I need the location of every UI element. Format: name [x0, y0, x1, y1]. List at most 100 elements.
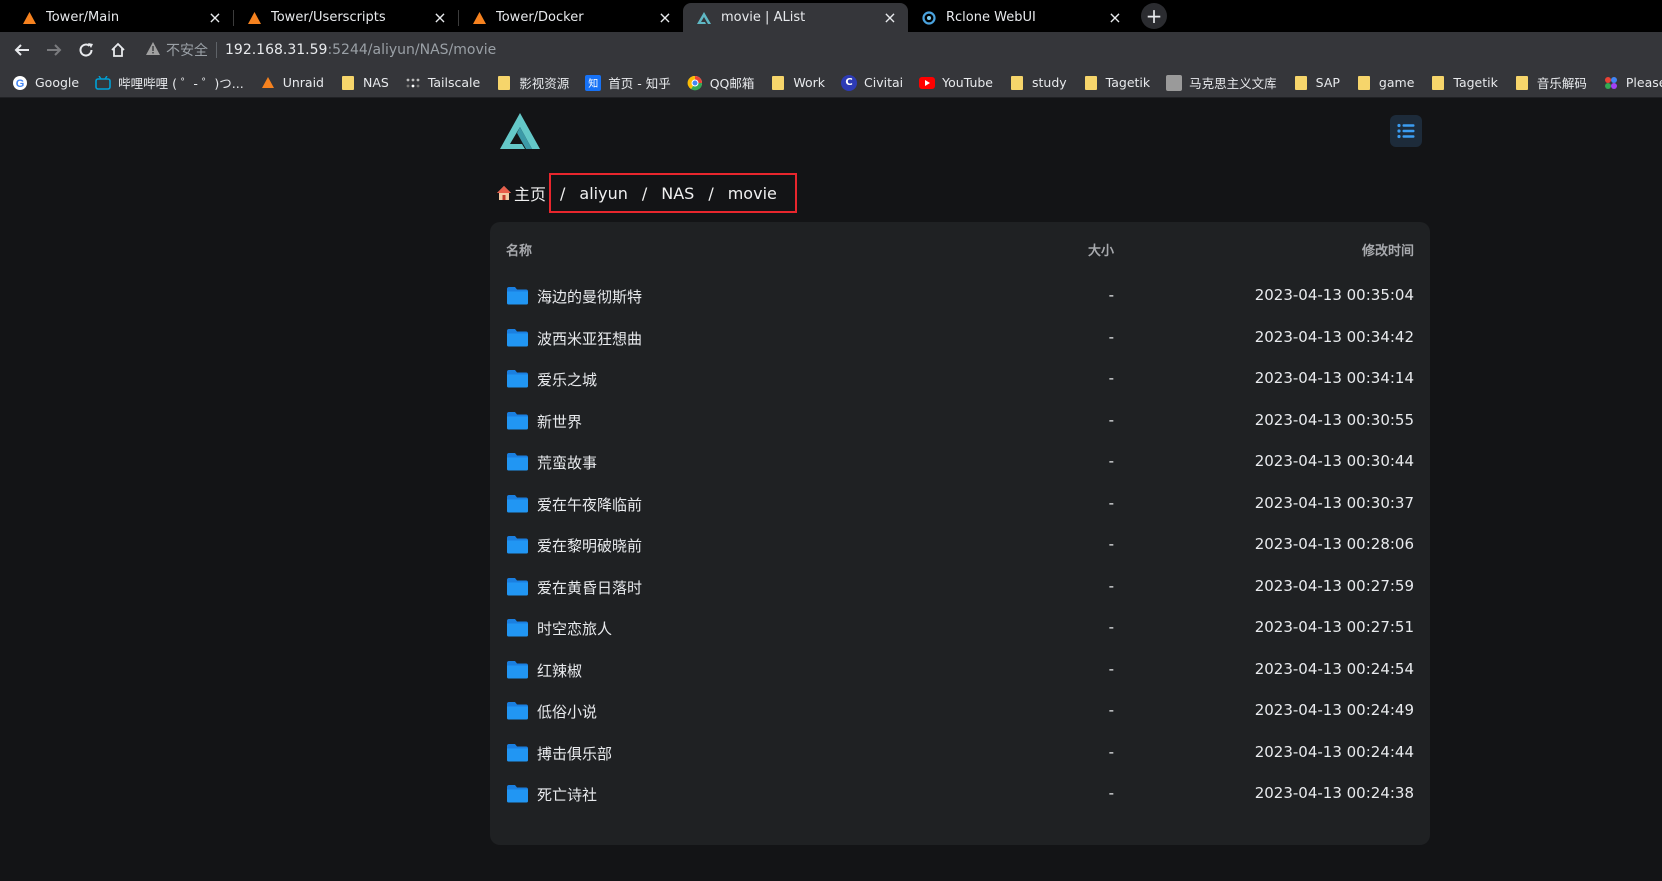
folder-icon: [1356, 75, 1372, 91]
bookmark-youtube[interactable]: YouTube: [919, 75, 993, 91]
bookmark-video-resources[interactable]: 影视资源: [496, 73, 569, 92]
table-row[interactable]: 荒蛮故事 - 2023-04-13 00:30:44: [490, 440, 1430, 484]
file-size: -: [1108, 659, 1114, 678]
file-modified: 2023-04-13 00:30:55: [1254, 410, 1414, 429]
home-button[interactable]: [104, 36, 132, 64]
table-row[interactable]: 爱在黄昏日落时 - 2023-04-13 00:27:59: [490, 565, 1430, 609]
column-header-name[interactable]: 名称: [506, 240, 532, 259]
warning-icon[interactable]: [146, 41, 160, 59]
tab-tower-main[interactable]: Tower/Main ×: [8, 3, 233, 32]
bookmark-label: Civitai: [864, 75, 904, 90]
table-row[interactable]: 爱在午夜降临前 - 2023-04-13 00:30:37: [490, 482, 1430, 526]
table-row[interactable]: 死亡诗社 - 2023-04-13 00:24:38: [490, 772, 1430, 816]
file-modified: 2023-04-13 00:30:44: [1254, 452, 1414, 470]
new-tab-button[interactable]: +: [1141, 3, 1167, 29]
close-icon[interactable]: ×: [1107, 8, 1123, 27]
file-name[interactable]: 搏击俱乐部: [537, 743, 612, 764]
folder-icon: [506, 743, 529, 762]
google-icon: G: [12, 75, 28, 91]
bookmark-bilibili[interactable]: 哔哩哔哩 ( ゜- ゜)つ...: [95, 73, 244, 92]
table-row[interactable]: 低俗小说 - 2023-04-13 00:24:49: [490, 689, 1430, 733]
alist-logo[interactable]: [498, 111, 542, 151]
reload-button[interactable]: [72, 36, 100, 64]
plus-icon: +: [1145, 4, 1163, 28]
tab-strip: Tower/Main × Tower/Userscripts × Tower/D…: [0, 0, 1662, 32]
tab-title: Tower/Userscripts: [271, 10, 386, 25]
url-path[interactable]: :5244/aliyun/NAS/movie: [327, 42, 496, 58]
bookmark-unraid[interactable]: Unraid: [260, 75, 324, 91]
file-name[interactable]: 海边的曼彻斯特: [537, 286, 642, 307]
folder-icon: [1009, 75, 1025, 91]
file-name[interactable]: 新世界: [537, 411, 582, 432]
file-name[interactable]: 爱乐之城: [537, 369, 597, 390]
bookmark-music-decode[interactable]: 音乐解码: [1514, 73, 1587, 92]
table-row[interactable]: 新世界 - 2023-04-13 00:30:55: [490, 399, 1430, 443]
table-row[interactable]: 时空恋旅人 - 2023-04-13 00:27:51: [490, 606, 1430, 650]
file-name[interactable]: 爱在午夜降临前: [537, 494, 642, 515]
file-list: 名称 大小 修改时间 海边的曼彻斯特 - 2023-04-13 00:35:04 波西…: [490, 222, 1430, 845]
close-icon[interactable]: ×: [207, 8, 223, 27]
table-row[interactable]: 海边的曼彻斯特 - 2023-04-13 00:35:04: [490, 274, 1430, 318]
tab-tower-docker[interactable]: Tower/Docker ×: [458, 3, 683, 32]
file-name[interactable]: 爱在黎明破晓前: [537, 535, 642, 556]
url-host[interactable]: 192.168.31.59: [225, 42, 327, 58]
file-name[interactable]: 爱在黄昏日落时: [537, 577, 642, 598]
tab-title: Tower/Docker: [496, 10, 584, 25]
table-row[interactable]: 爱在黎明破晓前 - 2023-04-13 00:28:06: [490, 523, 1430, 567]
table-row[interactable]: 爱乐之城 - 2023-04-13 00:34:14: [490, 357, 1430, 401]
folder-icon: [506, 328, 529, 347]
file-name[interactable]: 时空恋旅人: [537, 618, 612, 639]
bookmark-marxists[interactable]: 马克思主义文库: [1166, 73, 1277, 92]
tab-rclone-webui[interactable]: Rclone WebUI ×: [908, 3, 1133, 32]
bookmark-google[interactable]: G Google: [12, 75, 79, 91]
file-size: -: [1108, 286, 1114, 304]
file-modified: 2023-04-13 00:24:38: [1254, 784, 1414, 802]
folder-icon: [1083, 75, 1099, 91]
file-name[interactable]: 低俗小说: [537, 701, 597, 722]
file-modified: 2023-04-13 00:30:37: [1254, 493, 1414, 512]
alist-icon: [697, 11, 711, 25]
bookmark-qqmail[interactable]: QQ邮箱: [687, 73, 754, 92]
bookmark-nas[interactable]: NAS: [340, 75, 389, 91]
forward-button[interactable]: [40, 36, 68, 64]
tab-tower-userscripts[interactable]: Tower/Userscripts ×: [233, 3, 458, 32]
bookmark-label: Tailscale: [427, 75, 481, 90]
file-name[interactable]: 红辣椒: [537, 660, 582, 681]
column-header-size[interactable]: 大小: [1088, 240, 1114, 259]
toc-menu-button[interactable]: [1390, 115, 1422, 147]
file-name[interactable]: 波西米亚狂想曲: [537, 328, 642, 349]
table-row[interactable]: 红辣椒 - 2023-04-13 00:24:54: [490, 648, 1430, 692]
bookmark-work[interactable]: Work: [770, 75, 825, 91]
folder-icon: [506, 286, 529, 305]
file-size: -: [1108, 493, 1114, 512]
close-icon[interactable]: ×: [432, 8, 448, 27]
list-icon: [1397, 123, 1415, 139]
bookmark-civitai[interactable]: C Civitai: [841, 74, 904, 91]
bookmark-zhihu[interactable]: 知 首页 - 知乎: [585, 73, 671, 92]
tab-movie-alist[interactable]: movie | AList ×: [683, 3, 908, 32]
address-bar[interactable]: 不安全 192.168.31.59:5244/aliyun/NAS/movie: [140, 36, 1662, 64]
bookmark-tagetik[interactable]: Tagetik: [1083, 75, 1150, 91]
bookmark-label: NAS: [362, 75, 389, 90]
folder-icon: [506, 784, 529, 803]
file-size: -: [1108, 618, 1114, 636]
bookmark-tagetik-2[interactable]: Tagetik: [1430, 75, 1498, 91]
please-wait-icon: [1603, 75, 1619, 91]
table-row[interactable]: 波西米亚狂想曲 - 2023-04-13 00:34:42: [490, 316, 1430, 360]
column-header-modified[interactable]: 修改时间: [1362, 240, 1414, 259]
bookmark-sap[interactable]: SAP: [1293, 75, 1340, 91]
breadcrumb-home[interactable]: 主页: [514, 181, 546, 205]
file-name[interactable]: 荒蛮故事: [537, 452, 597, 473]
close-icon[interactable]: ×: [657, 8, 673, 27]
table-row[interactable]: 搏击俱乐部 - 2023-04-13 00:24:44: [490, 731, 1430, 775]
close-icon[interactable]: ×: [882, 8, 898, 27]
bookmark-study[interactable]: study: [1009, 75, 1067, 91]
bookmark-game[interactable]: game: [1356, 75, 1414, 91]
file-name[interactable]: 死亡诗社: [537, 784, 597, 805]
bookmark-tailscale[interactable]: Tailscale: [405, 75, 480, 91]
folder-icon: [506, 494, 529, 513]
security-label[interactable]: 不安全: [166, 40, 208, 60]
bookmark-please-wait[interactable]: Please Wait...: [1603, 75, 1662, 91]
tab-title: Rclone WebUI: [946, 10, 1036, 25]
back-button[interactable]: [8, 36, 36, 64]
